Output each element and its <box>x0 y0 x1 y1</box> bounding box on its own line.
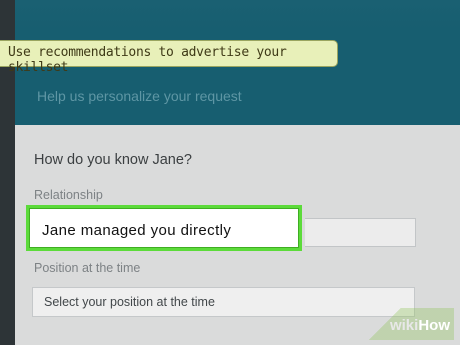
relationship-select-value: Jane managed you directly <box>42 222 232 239</box>
position-select-placeholder: Select your position at the time <box>44 295 215 309</box>
instruction-caption: Use recommendations to advertise your sk… <box>0 40 338 75</box>
watermark-prefix: wiki <box>389 317 419 334</box>
relationship-select[interactable]: Jane managed you directly <box>26 205 302 251</box>
relationship-question: How do you know Jane? <box>34 152 192 168</box>
relationship-field-frame <box>305 218 416 247</box>
position-select[interactable]: Select your position at the time <box>32 287 415 317</box>
wikihow-watermark: wikiHow <box>364 308 454 340</box>
dialog-subtitle: Help us personalize your request <box>37 88 242 104</box>
watermark-suffix: How <box>418 317 450 334</box>
position-label: Position at the time <box>34 261 141 275</box>
watermark-logo: wikiHow <box>390 317 450 334</box>
relationship-label: Relationship <box>34 188 103 202</box>
caption-text: Use recommendations to advertise your sk… <box>8 45 287 75</box>
